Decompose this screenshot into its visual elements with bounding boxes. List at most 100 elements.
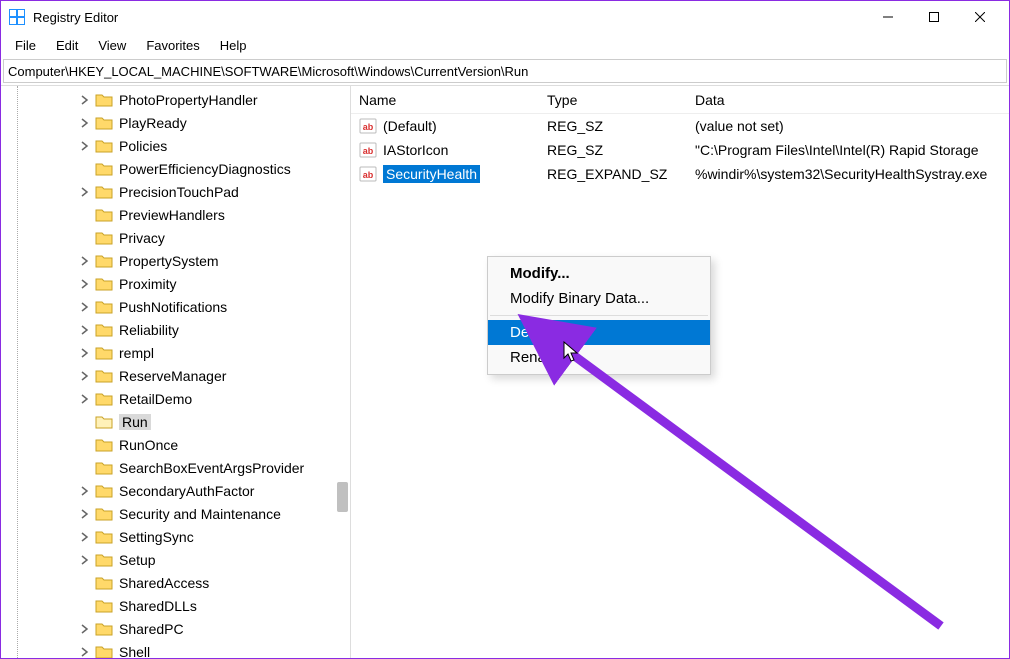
maximize-button[interactable]	[911, 2, 957, 32]
address-text: Computer\HKEY_LOCAL_MACHINE\SOFTWARE\Mic…	[8, 64, 528, 79]
chevron-right-icon[interactable]	[79, 186, 91, 198]
tree-item[interactable]: Policies	[1, 134, 350, 157]
chevron-right-icon[interactable]	[79, 324, 91, 336]
ctx-modify[interactable]: Modify...	[488, 261, 710, 286]
value-data: (value not set)	[687, 118, 1009, 134]
folder-icon	[95, 161, 113, 177]
tree-item[interactable]: PropertySystem	[1, 249, 350, 272]
window-controls	[865, 2, 1003, 32]
tree-item-label: rempl	[119, 345, 154, 361]
folder-icon	[95, 253, 113, 269]
tree-item[interactable]: PlayReady	[1, 111, 350, 134]
folder-icon	[95, 184, 113, 200]
ctx-delete[interactable]: Delete	[488, 320, 710, 345]
tree-item-label: PhotoPropertyHandler	[119, 92, 258, 108]
tree-item[interactable]: RunOnce	[1, 433, 350, 456]
tree-item-label: PushNotifications	[119, 299, 227, 315]
tree-item[interactable]: Shell	[1, 640, 350, 658]
folder-icon	[95, 368, 113, 384]
chevron-right-icon[interactable]	[79, 117, 91, 129]
tree-scrollbar-thumb[interactable]	[337, 482, 348, 512]
tree-pane[interactable]: PhotoPropertyHandler PlayReady PoliciesPow…	[1, 86, 351, 658]
folder-icon	[95, 299, 113, 315]
tree-item-label: SearchBoxEventArgsProvider	[119, 460, 304, 476]
menu-file[interactable]: File	[5, 36, 46, 55]
folder-icon	[95, 460, 113, 476]
value-row[interactable]: ab(Default)REG_SZ(value not set)	[351, 114, 1009, 138]
folder-icon	[95, 552, 113, 568]
tree-item[interactable]: ReserveManager	[1, 364, 350, 387]
value-name: (Default)	[383, 118, 437, 134]
tree-item-label: Reliability	[119, 322, 179, 338]
tree-item[interactable]: SharedPC	[1, 617, 350, 640]
tree-item[interactable]: SearchBoxEventArgsProvider	[1, 456, 350, 479]
chevron-right-icon[interactable]	[79, 508, 91, 520]
chevron-right-icon[interactable]	[79, 255, 91, 267]
tree-item-label: SharedDLLs	[119, 598, 197, 614]
tree-item-label: RetailDemo	[119, 391, 192, 407]
chevron-right-icon[interactable]	[79, 370, 91, 382]
tree-item[interactable]: PreviewHandlers	[1, 203, 350, 226]
tree-item-label: PlayReady	[119, 115, 187, 131]
tree-item[interactable]: Run	[1, 410, 350, 433]
chevron-right-icon[interactable]	[79, 485, 91, 497]
close-button[interactable]	[957, 2, 1003, 32]
tree-item[interactable]: rempl	[1, 341, 350, 364]
tree-item-label: PrecisionTouchPad	[119, 184, 239, 200]
column-data[interactable]: Data	[687, 92, 1009, 108]
context-menu: Modify... Modify Binary Data... Delete R…	[487, 256, 711, 375]
ctx-rename[interactable]: Rename	[488, 345, 710, 370]
menu-favorites[interactable]: Favorites	[136, 36, 209, 55]
tree-item[interactable]: PushNotifications	[1, 295, 350, 318]
chevron-right-icon[interactable]	[79, 301, 91, 313]
chevron-right-icon[interactable]	[79, 554, 91, 566]
tree-item-label: SharedPC	[119, 621, 184, 637]
string-value-icon: ab	[359, 117, 377, 135]
chevron-right-icon[interactable]	[79, 393, 91, 405]
tree-item-label: Setup	[119, 552, 156, 568]
chevron-right-icon[interactable]	[79, 140, 91, 152]
tree-item[interactable]: Security and Maintenance	[1, 502, 350, 525]
tree-item[interactable]: PowerEfficiencyDiagnostics	[1, 157, 350, 180]
string-value-icon: ab	[359, 165, 377, 183]
tree-item[interactable]: Privacy	[1, 226, 350, 249]
tree-item[interactable]: SharedDLLs	[1, 594, 350, 617]
folder-icon	[95, 345, 113, 361]
column-type[interactable]: Type	[539, 92, 687, 108]
folder-icon	[95, 138, 113, 154]
chevron-right-icon[interactable]	[79, 347, 91, 359]
chevron-right-icon[interactable]	[79, 646, 91, 658]
tree-item[interactable]: SharedAccess	[1, 571, 350, 594]
tree-item-label: ReserveManager	[119, 368, 226, 384]
value-data: "C:\Program Files\Intel\Intel(R) Rapid S…	[687, 142, 1009, 158]
tree-item[interactable]: Setup	[1, 548, 350, 571]
tree-item[interactable]: SecondaryAuthFactor	[1, 479, 350, 502]
tree-item[interactable]: SettingSync	[1, 525, 350, 548]
minimize-button[interactable]	[865, 2, 911, 32]
address-bar[interactable]: Computer\HKEY_LOCAL_MACHINE\SOFTWARE\Mic…	[3, 59, 1007, 83]
tree-item[interactable]: Proximity	[1, 272, 350, 295]
tree-item[interactable]: PhotoPropertyHandler	[1, 88, 350, 111]
tree-item[interactable]: Reliability	[1, 318, 350, 341]
tree-item[interactable]: RetailDemo	[1, 387, 350, 410]
column-headers: Name Type Data	[351, 86, 1009, 114]
main-body: PhotoPropertyHandler PlayReady PoliciesPow…	[1, 85, 1009, 658]
menu-view[interactable]: View	[88, 36, 136, 55]
column-name[interactable]: Name	[351, 92, 539, 108]
value-row[interactable]: abSecurityHealthREG_EXPAND_SZ%windir%\sy…	[351, 162, 1009, 186]
value-type: REG_EXPAND_SZ	[539, 166, 687, 182]
chevron-right-icon[interactable]	[79, 278, 91, 290]
value-row[interactable]: abIAStorIconREG_SZ"C:\Program Files\Inte…	[351, 138, 1009, 162]
chevron-right-icon[interactable]	[79, 623, 91, 635]
tree-item-label: SettingSync	[119, 529, 194, 545]
chevron-right-icon[interactable]	[79, 531, 91, 543]
tree-item-label: RunOnce	[119, 437, 178, 453]
ctx-modify-binary[interactable]: Modify Binary Data...	[488, 286, 710, 311]
chevron-right-icon[interactable]	[79, 94, 91, 106]
tree-item[interactable]: PrecisionTouchPad	[1, 180, 350, 203]
svg-text:ab: ab	[363, 170, 374, 180]
folder-icon	[95, 414, 113, 430]
menu-edit[interactable]: Edit	[46, 36, 88, 55]
menu-help[interactable]: Help	[210, 36, 257, 55]
value-type: REG_SZ	[539, 142, 687, 158]
